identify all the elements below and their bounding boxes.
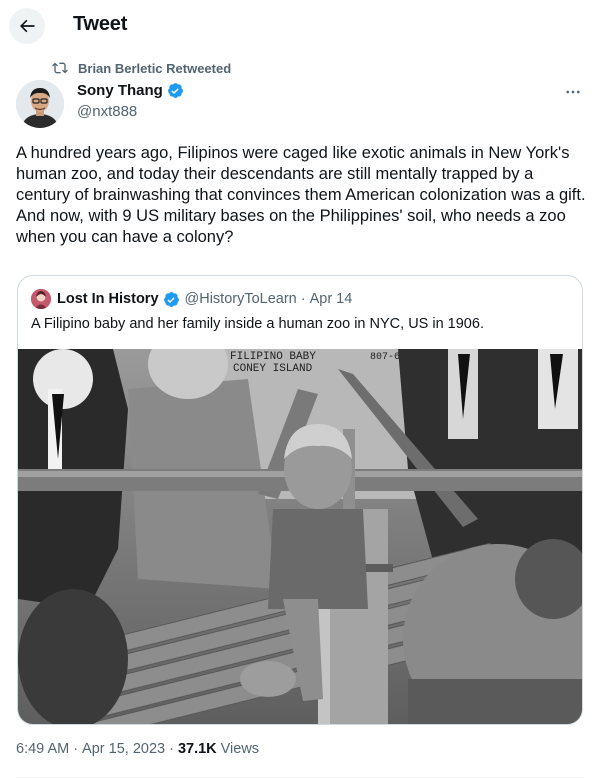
tweet-date[interactable]: Apr 15, 2023 — [82, 741, 165, 757]
more-button[interactable] — [560, 82, 586, 102]
more-icon — [566, 90, 580, 94]
quoted-author-handle[interactable]: @HistoryToLearn — [185, 291, 297, 307]
tweet-paragraph: And now, with 9 US military bases on the… — [16, 207, 566, 246]
author-name-text: Sony Thang — [77, 82, 163, 99]
photo-caption-line2: CONEY ISLAND — [233, 363, 313, 375]
avatar-image — [16, 80, 64, 128]
quoted-avatar-image — [31, 289, 51, 309]
retweet-icon — [52, 62, 68, 74]
back-button[interactable] — [9, 8, 45, 44]
photo-caption-line1: FILIPINO BABY — [230, 351, 316, 363]
separator: · — [300, 291, 306, 307]
author-handle[interactable]: @nxt888 — [77, 103, 137, 120]
separator: · — [169, 741, 174, 757]
tweet-time[interactable]: 6:49 AM — [16, 741, 69, 757]
quoted-tweet-header: Lost In History @HistoryToLearn · Apr 14 — [31, 289, 352, 309]
tweet-text: A hundred years ago, Filipinos were cage… — [16, 143, 586, 248]
quoted-avatar[interactable] — [31, 289, 51, 309]
divider — [16, 777, 584, 778]
back-arrow-icon — [20, 19, 35, 33]
quoted-date[interactable]: Apr 14 — [310, 291, 353, 307]
timestamp-line: 6:49 AM · Apr 15, 2023 · 37.1K Views — [16, 741, 259, 757]
quoted-photo[interactable]: FILIPINO BABY CONEY ISLAND 807-6 — [18, 349, 583, 725]
quoted-meta: @HistoryToLearn · Apr 14 — [185, 291, 353, 307]
page-title: Tweet — [73, 13, 128, 35]
top-bar: Tweet — [0, 0, 600, 52]
tweet-paragraph: A hundred years ago, Filipinos were cage… — [16, 144, 586, 204]
views-label: Views — [220, 741, 260, 757]
verified-badge-icon — [167, 82, 184, 99]
views-count[interactable]: 37.1K — [178, 741, 217, 757]
quoted-tweet[interactable]: Lost In History @HistoryToLearn · Apr 14… — [17, 275, 583, 725]
author-name[interactable]: Sony Thang — [77, 82, 184, 99]
quoted-tweet-text: A Filipino baby and her family inside a … — [31, 316, 484, 332]
retweet-indicator[interactable]: Brian Berletic Retweeted — [52, 59, 231, 77]
verified-badge-icon — [163, 291, 180, 308]
photo-number: 807-6 — [370, 352, 400, 363]
separator: · — [73, 741, 79, 757]
quoted-author-name[interactable]: Lost In History — [57, 291, 159, 307]
avatar[interactable] — [16, 80, 64, 128]
retweet-label: Brian Berletic Retweeted — [78, 60, 232, 76]
